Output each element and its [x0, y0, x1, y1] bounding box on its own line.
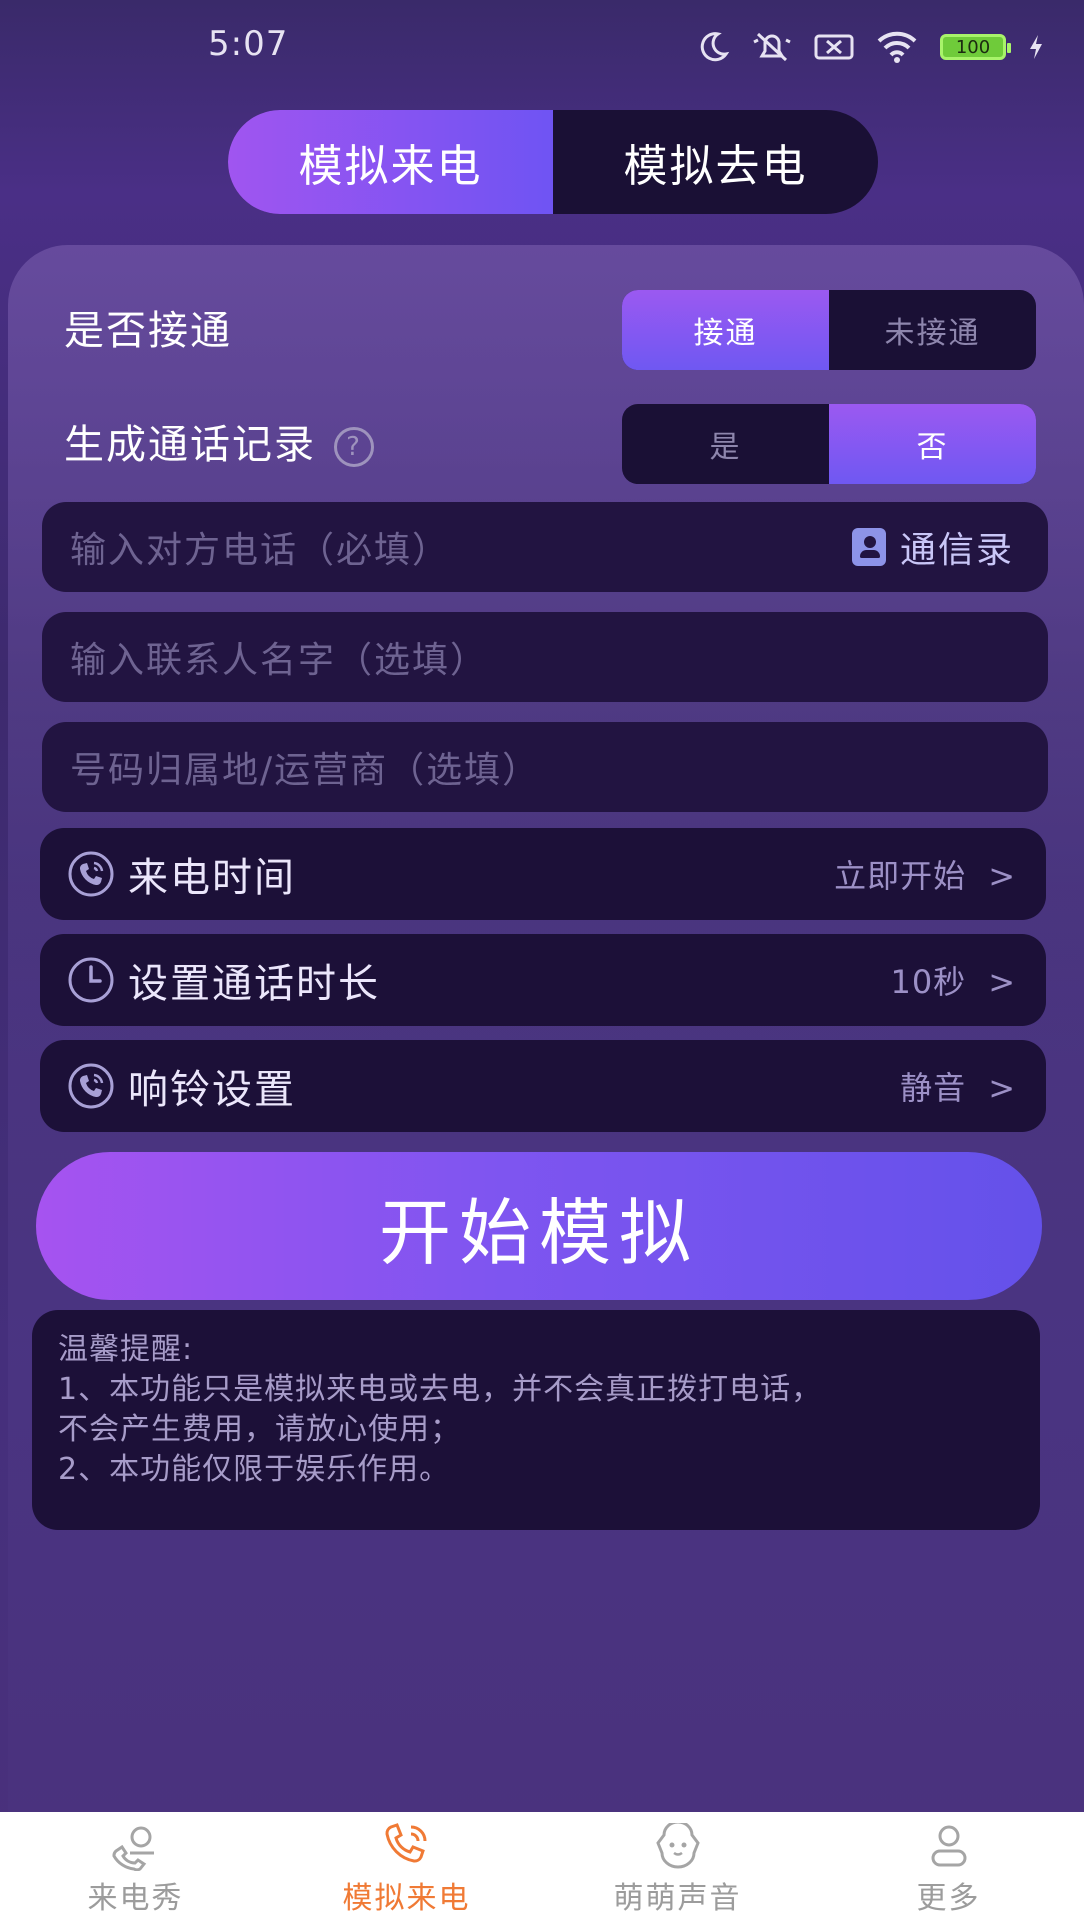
- answer-option-missed[interactable]: 未接通: [829, 290, 1036, 370]
- tips-line-1: 1、本功能只是模拟来电或去电，并不会真正拨打电话，: [58, 1372, 823, 1407]
- nav-label-cute-voice: 萌萌声音: [613, 1881, 742, 1916]
- call-time-row[interactable]: 来电时间 立即开始 >: [40, 828, 1046, 920]
- ringtone-value: 静音 >: [900, 1063, 1016, 1109]
- tips-line-2: 不会产生费用，请放心使用；: [58, 1412, 461, 1447]
- status-time: 5:07: [208, 24, 289, 64]
- bottom-nav: 来电秀 模拟来电 萌萌声音 更多: [0, 1812, 1084, 1928]
- phone-ring-icon: [66, 1061, 116, 1111]
- contact-name-input[interactable]: 输入联系人名字（选填）: [42, 612, 1048, 702]
- user-icon: [931, 1825, 966, 1867]
- chevron-right-icon: >: [988, 857, 1016, 895]
- answer-toggle: 接通 未接通: [622, 290, 1036, 370]
- nav-item-cute-voice[interactable]: 萌萌声音: [542, 1812, 813, 1928]
- chevron-right-icon: >: [988, 963, 1016, 1001]
- puppy-icon: [655, 1823, 700, 1869]
- carrier-input[interactable]: 号码归属地/运营商（选填）: [42, 722, 1048, 812]
- call-record-toggle: 是 否: [622, 404, 1036, 484]
- phone-call-icon: [385, 1823, 426, 1863]
- carrier-placeholder: 号码归属地/运营商（选填）: [70, 750, 541, 791]
- answer-option-connected[interactable]: 接通: [622, 290, 829, 370]
- nav-item-simulate-call[interactable]: 模拟来电: [271, 1812, 542, 1928]
- call-duration-row[interactable]: 设置通话时长 10秒 >: [40, 934, 1046, 1026]
- call-record-label: 生成通话记录?: [64, 412, 374, 470]
- phone-ring-icon: [66, 849, 116, 899]
- call-duration-value: 10秒 >: [890, 957, 1016, 1003]
- ringtone-label: 响铃设置: [128, 1067, 296, 1113]
- clock-icon: [66, 955, 116, 1005]
- nav-label-call-show: 来电秀: [87, 1881, 184, 1916]
- nav-item-call-show[interactable]: 来电秀: [0, 1812, 271, 1928]
- call-time-value: 立即开始 >: [834, 851, 1016, 897]
- no-sim-icon: [814, 32, 854, 62]
- tab-simulate-incoming[interactable]: 模拟来电: [228, 110, 553, 214]
- status-icons: 100: [696, 30, 1044, 64]
- record-option-no[interactable]: 否: [829, 404, 1036, 484]
- ringtone-value-text: 静音: [900, 1069, 967, 1107]
- phone-number-input[interactable]: 输入对方电话（必填） 通信录: [42, 502, 1048, 592]
- start-simulation-button[interactable]: 开始模拟: [36, 1152, 1042, 1300]
- tips-box: 温馨提醒: 1、本功能只是模拟来电或去电，并不会真正拨打电话， 不会产生费用，请…: [32, 1310, 1040, 1530]
- answer-label: 是否接通: [64, 308, 232, 354]
- tips-line-3: 2、本功能仅限于娱乐作用。: [58, 1452, 451, 1487]
- tips-title: 温馨提醒:: [58, 1332, 194, 1367]
- charging-icon: [1028, 34, 1044, 60]
- call-mode-tabs: 模拟来电 模拟去电: [228, 110, 878, 214]
- call-duration-value-text: 10秒: [890, 963, 967, 1001]
- wifi-icon: [876, 31, 918, 63]
- ringtone-row[interactable]: 响铃设置 静音 >: [40, 1040, 1046, 1132]
- call-record-label-text: 生成通话记录: [64, 422, 316, 468]
- status-bar: 5:07 100: [0, 0, 1084, 90]
- call-show-icon: [112, 1826, 154, 1871]
- tab-simulate-outgoing[interactable]: 模拟去电: [553, 110, 878, 214]
- mute-bell-icon: [752, 30, 792, 64]
- contacts-label: 通信录: [899, 530, 1014, 571]
- contacts-book-icon: [851, 528, 886, 566]
- nav-label-simulate-call: 模拟来电: [342, 1881, 471, 1916]
- moon-icon: [696, 30, 730, 64]
- contacts-button[interactable]: 通信录: [851, 502, 1014, 592]
- nav-label-more: 更多: [916, 1881, 981, 1916]
- help-icon[interactable]: ?: [334, 427, 374, 467]
- call-duration-label: 设置通话时长: [128, 961, 380, 1007]
- contact-name-placeholder: 输入联系人名字（选填）: [70, 640, 489, 681]
- nav-item-more[interactable]: 更多: [813, 1812, 1084, 1928]
- battery-icon: 100: [940, 34, 1011, 60]
- call-time-value-text: 立即开始: [834, 857, 967, 895]
- call-time-label: 来电时间: [128, 855, 296, 901]
- phone-number-placeholder: 输入对方电话（必填）: [70, 530, 451, 571]
- chevron-right-icon: >: [988, 1069, 1016, 1107]
- record-option-yes[interactable]: 是: [622, 404, 829, 484]
